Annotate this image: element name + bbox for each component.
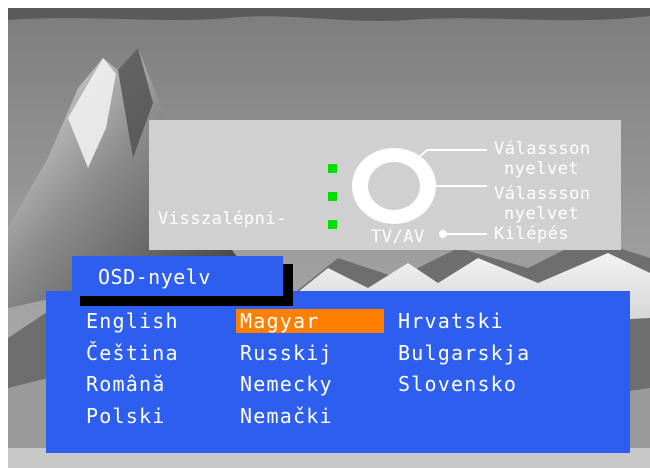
lang-cestina[interactable]: Čeština: [86, 341, 179, 365]
minus-icon: −: [352, 176, 364, 197]
led-indicator-1: [328, 164, 337, 173]
lang-romana[interactable]: Română: [86, 372, 165, 396]
lang-hrvatski[interactable]: Hrvatski: [398, 309, 504, 333]
language-menu: English Čeština Română Polski Magyar Rus…: [46, 291, 630, 453]
hint-plus-line1: Válassson: [494, 184, 591, 204]
menu-title: OSD-nyelv: [98, 265, 211, 289]
down-arrow-icon: v: [389, 205, 400, 224]
up-arrow-icon: ^: [387, 149, 398, 168]
tv-screen: ^ v − + Válassson nyelvet Válassson nyel…: [8, 8, 650, 468]
lang-russkij[interactable]: Russkij: [240, 341, 333, 365]
lang-slovensko[interactable]: Slovensko: [398, 372, 517, 396]
hint-arrows-line1: Válassson: [494, 139, 591, 159]
lang-magyar-selected[interactable]: Magyar: [236, 309, 384, 333]
menu-title-box: OSD-nyelv: [72, 256, 283, 296]
back-label: Visszalépni-: [158, 209, 287, 229]
remote-help-panel: ^ v − + Válassson nyelvet Válassson nyel…: [149, 120, 621, 250]
hint-exit: Kilépés: [494, 224, 570, 244]
tv-av-label: TV/AV: [371, 227, 425, 247]
lang-english[interactable]: English: [86, 309, 179, 333]
hint-plus-line2: nyelvet: [504, 204, 580, 224]
lang-bulgarskja[interactable]: Bulgarskja: [398, 341, 530, 365]
lang-nemacki[interactable]: Nemački: [240, 404, 333, 428]
led-indicator-3: [328, 220, 337, 229]
led-indicator-2: [328, 192, 337, 201]
lang-polski[interactable]: Polski: [86, 404, 165, 428]
hint-arrows-line2: nyelvet: [504, 159, 580, 179]
plus-icon: +: [424, 176, 436, 197]
lang-nemecky[interactable]: Nemecky: [240, 372, 333, 396]
